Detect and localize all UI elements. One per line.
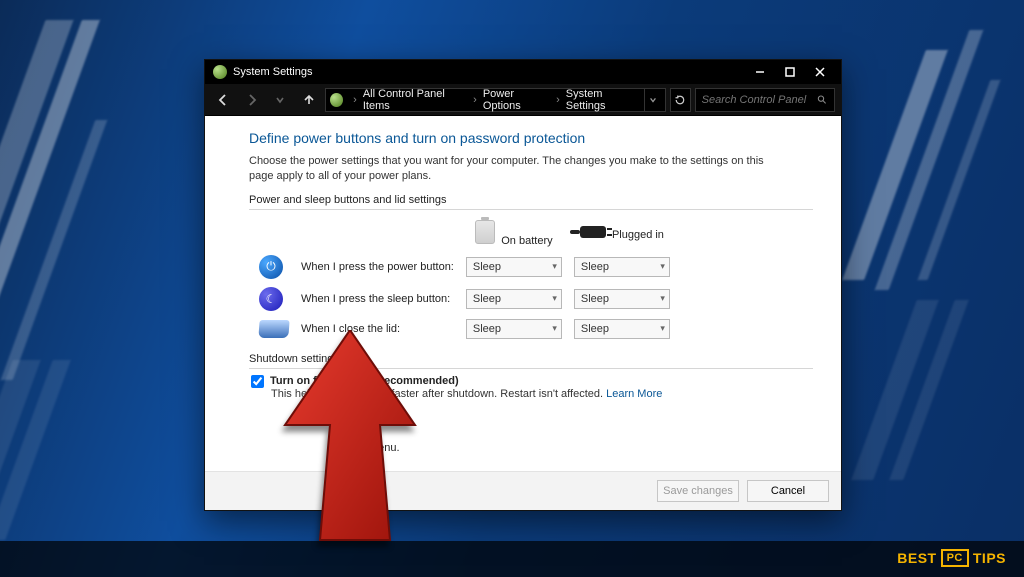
close-button[interactable]: [805, 62, 835, 82]
save-changes-button[interactable]: Save changes: [657, 480, 739, 502]
sleep-button-icon: [259, 287, 283, 311]
search-box[interactable]: [695, 88, 835, 112]
plug-icon: [580, 226, 606, 238]
minimize-button[interactable]: [745, 62, 775, 82]
lid-icon: [258, 320, 289, 338]
page-description: Choose the power settings that you want …: [249, 154, 769, 184]
breadcrumb-root[interactable]: All Control Panel Items: [363, 88, 467, 112]
search-input[interactable]: [702, 94, 814, 106]
bottom-band: [0, 541, 1024, 577]
system-settings-window: System Settings › All Control Panel Item…: [204, 59, 842, 511]
maximize-button[interactable]: [775, 62, 805, 82]
power-button-icon: [259, 255, 283, 279]
group-power-sleep-lid: Power and sleep buttons and lid settings: [249, 194, 813, 210]
row-power-button-label: When I press the power button:: [295, 251, 460, 283]
obscured-text-1: Power menu.: [329, 410, 813, 422]
nav-forward-button[interactable]: [240, 87, 265, 113]
fast-startup-description: This helps start your PC faster after sh…: [271, 388, 813, 400]
battery-icon: [475, 220, 495, 244]
page-heading: Define power buttons and turn on passwor…: [249, 130, 813, 146]
refresh-button[interactable]: [670, 88, 691, 112]
chevron-down-icon: ▾: [660, 261, 665, 272]
power-options-icon: [213, 65, 227, 79]
dialog-footer: Save changes Cancel: [205, 471, 841, 510]
window-title: System Settings: [233, 66, 745, 78]
nav-up-button[interactable]: [297, 87, 322, 113]
chevron-down-icon: ▾: [552, 261, 557, 272]
chevron-down-icon: ▾: [660, 323, 665, 334]
row-lid-label: When I close the lid:: [295, 315, 460, 343]
sleep-button-on-battery-dropdown[interactable]: Sleep▾: [466, 289, 562, 309]
power-button-plugged-in-dropdown[interactable]: Sleep▾: [574, 257, 670, 277]
address-dropdown-icon[interactable]: [644, 89, 661, 111]
power-settings-table: On battery Plugged in When I press the p…: [253, 216, 676, 343]
sleep-button-plugged-in-dropdown[interactable]: Sleep▾: [574, 289, 670, 309]
lid-plugged-in-dropdown[interactable]: Sleep▾: [574, 319, 670, 339]
fast-startup-row[interactable]: Turn on fast startup (recommended): [251, 375, 813, 388]
cancel-button[interactable]: Cancel: [747, 480, 829, 502]
learn-more-link[interactable]: Learn More: [606, 388, 662, 400]
lid-on-battery-dropdown[interactable]: Sleep▾: [466, 319, 562, 339]
navigation-bar: › All Control Panel Items › Power Option…: [205, 84, 841, 116]
group-shutdown-settings: Shutdown settings: [249, 353, 813, 369]
chevron-down-icon: ▾: [660, 293, 665, 304]
col-plugged-in: Plugged in: [612, 229, 664, 241]
chevron-down-icon: ▾: [552, 323, 557, 334]
titlebar[interactable]: System Settings: [205, 60, 841, 84]
power-button-on-battery-dropdown[interactable]: Sleep▾: [466, 257, 562, 277]
watermark: BEST PC TIPS: [897, 549, 1006, 567]
row-sleep-button-label: When I press the sleep button:: [295, 283, 460, 315]
col-on-battery: On battery: [501, 235, 552, 247]
fast-startup-label: Turn on fast startup (recommended): [270, 375, 459, 387]
search-icon: [817, 94, 828, 106]
obscured-text-2: menu.: [369, 442, 813, 454]
control-panel-icon: [330, 93, 343, 107]
chevron-down-icon: ▾: [552, 293, 557, 304]
address-bar[interactable]: › All Control Panel Items › Power Option…: [325, 88, 666, 112]
breadcrumb-system-settings[interactable]: System Settings: [566, 88, 640, 112]
content-area: Define power buttons and turn on passwor…: [205, 116, 841, 471]
fast-startup-checkbox[interactable]: [251, 375, 264, 388]
nav-back-button[interactable]: [211, 87, 236, 113]
nav-history-dropdown[interactable]: [268, 87, 293, 113]
breadcrumb-power-options[interactable]: Power Options: [483, 88, 550, 112]
